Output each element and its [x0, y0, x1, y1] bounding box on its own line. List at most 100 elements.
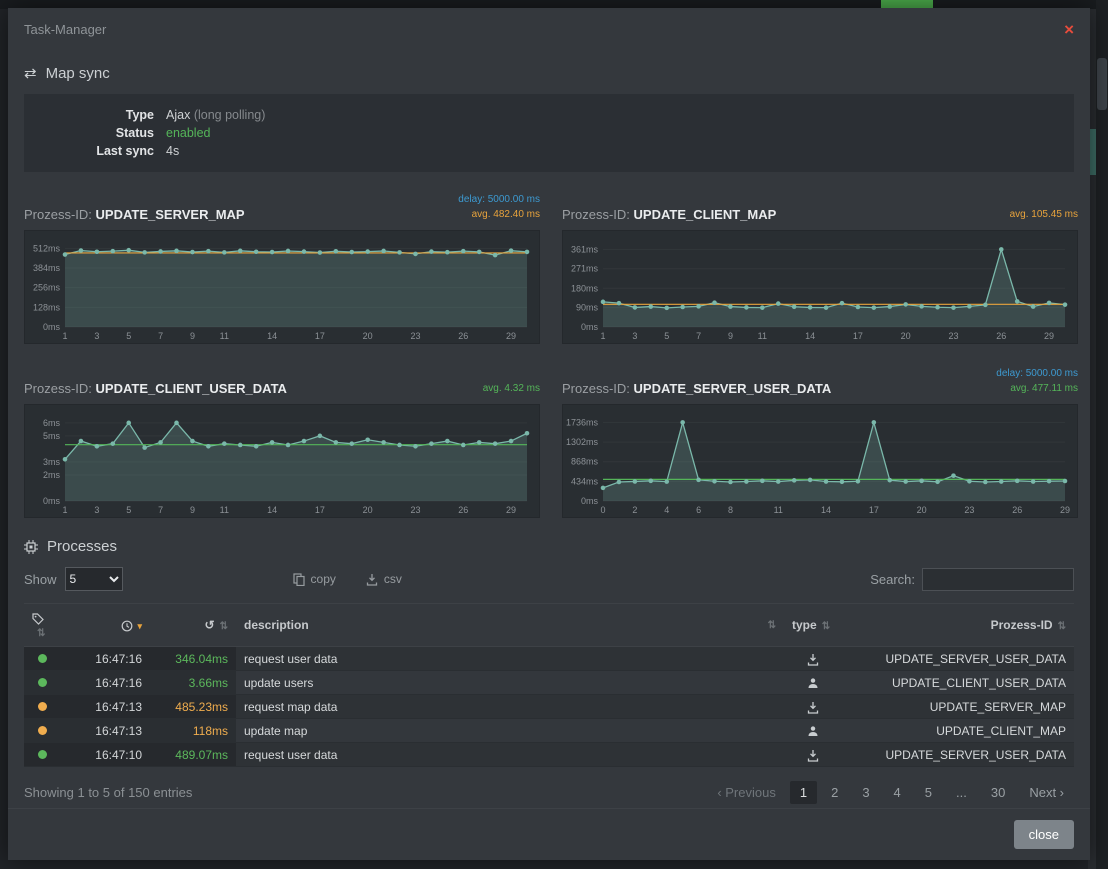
map-sync-lastsync-row: Last sync 4s	[24, 142, 1074, 160]
user-icon	[784, 671, 842, 695]
duration-cell: 118ms	[150, 719, 236, 743]
table-row[interactable]: 16:47:13485.23msrequest map dataUPDATE_S…	[24, 695, 1074, 719]
column-description[interactable]: description⇅	[236, 604, 784, 647]
copy-button[interactable]: copy	[293, 572, 336, 586]
svg-text:29: 29	[1060, 505, 1070, 515]
column-time[interactable]: ▾	[60, 604, 150, 647]
svg-text:868ms: 868ms	[571, 457, 599, 467]
table-row[interactable]: 16:47:163.66msupdate usersUPDATE_CLIENT_…	[24, 671, 1074, 695]
map-sync-heading: ⇄ Map sync	[24, 64, 1074, 82]
svg-text:6ms: 6ms	[43, 418, 61, 428]
chart-avg-value: avg. 482.40 ms	[458, 207, 540, 222]
processes-heading-label: Processes	[47, 538, 117, 555]
map-sync-panel: Type Ajax (long polling) Status enabled …	[24, 94, 1074, 172]
pagination-page-3[interactable]: 3	[852, 781, 879, 804]
type-label: Type	[24, 106, 154, 124]
chart-svg: 0ms434ms868ms1302ms1736ms024681114172023…	[563, 405, 1077, 517]
pagination-ellipsis: ...	[946, 781, 977, 804]
svg-text:90ms: 90ms	[576, 303, 599, 313]
svg-text:0ms: 0ms	[581, 322, 599, 332]
charts-grid: Prozess-ID: UPDATE_SERVER_MAP delay: 500…	[24, 188, 1074, 518]
column-status[interactable]: ⇅	[24, 604, 60, 647]
svg-text:17: 17	[853, 331, 863, 341]
chart-panel-update-server-map: Prozess-ID: UPDATE_SERVER_MAP delay: 500…	[24, 188, 540, 344]
pagination-next[interactable]: Next ›	[1019, 781, 1074, 804]
pagination-page-2[interactable]: 2	[821, 781, 848, 804]
svg-text:0ms: 0ms	[43, 496, 61, 506]
svg-text:180ms: 180ms	[571, 283, 599, 293]
pagination-page-1[interactable]: 1	[790, 781, 817, 804]
svg-text:1736ms: 1736ms	[566, 417, 599, 427]
description-cell: request user data	[236, 647, 784, 671]
svg-text:23: 23	[948, 331, 958, 341]
duration-cell: 485.23ms	[150, 695, 236, 719]
pagination: ‹ Previous12345...30Next ›	[707, 781, 1074, 804]
svg-text:26: 26	[1012, 505, 1022, 515]
chart-svg: 0ms90ms180ms271ms361ms135791114172023262…	[563, 231, 1077, 343]
svg-text:26: 26	[458, 505, 468, 515]
svg-text:1: 1	[62, 331, 67, 341]
close-button[interactable]: close	[1014, 820, 1074, 849]
table-row[interactable]: 16:47:16346.04msrequest user dataUPDATE_…	[24, 647, 1074, 671]
pagination-page-5[interactable]: 5	[915, 781, 942, 804]
description-cell: update users	[236, 671, 784, 695]
svg-text:11: 11	[220, 331, 229, 341]
search-input[interactable]	[922, 568, 1074, 591]
pagination-page-4[interactable]: 4	[884, 781, 911, 804]
svg-text:3: 3	[94, 505, 99, 515]
chart-avg-value: avg. 105.45 ms	[1010, 207, 1078, 222]
duration-cell: 489.07ms	[150, 743, 236, 767]
svg-text:1: 1	[600, 331, 605, 341]
sort-icon: ⇅	[37, 628, 45, 639]
modal-header: Task-Manager ×	[8, 8, 1090, 50]
chart-panel-update-client-user-data: Prozess-ID: UPDATE_CLIENT_USER_DATA avg.…	[24, 362, 540, 518]
download-icon	[784, 695, 842, 719]
chart-area: 0ms434ms868ms1302ms1736ms024681114172023…	[562, 404, 1078, 518]
status-cell	[24, 719, 60, 743]
modal-title: Task-Manager	[24, 22, 106, 37]
svg-text:5ms: 5ms	[43, 431, 61, 441]
column-duration[interactable]: ↺⇅	[150, 604, 236, 647]
status-cell	[24, 647, 60, 671]
download-icon	[784, 743, 842, 767]
background-scrollbar[interactable]	[1096, 0, 1108, 869]
process-id-cell: UPDATE_SERVER_USER_DATA	[842, 743, 1074, 767]
svg-text:11: 11	[220, 505, 229, 515]
table-row[interactable]: 16:47:13118msupdate mapUPDATE_CLIENT_MAP	[24, 719, 1074, 743]
column-type[interactable]: type⇅	[784, 604, 842, 647]
user-icon	[784, 719, 842, 743]
pagination-page-30[interactable]: 30	[981, 781, 1015, 804]
svg-text:128ms: 128ms	[33, 302, 61, 312]
svg-text:11: 11	[758, 331, 767, 341]
pagination-previous[interactable]: ‹ Previous	[707, 781, 786, 804]
csv-button[interactable]: csv	[366, 572, 402, 586]
sort-icon: ⇅	[768, 620, 776, 631]
history-icon: ↺	[205, 618, 215, 632]
svg-text:512ms: 512ms	[33, 243, 61, 253]
svg-text:1302ms: 1302ms	[566, 437, 599, 447]
column-process-id[interactable]: Prozess-ID⇅	[842, 604, 1074, 647]
status-dot	[38, 750, 47, 759]
svg-text:384ms: 384ms	[33, 263, 61, 273]
download-icon	[784, 647, 842, 671]
svg-text:11: 11	[774, 505, 783, 515]
search-label: Search:	[870, 572, 915, 587]
chart-delay-value: delay: 5000.00 ms	[458, 192, 540, 207]
description-cell: update map	[236, 719, 784, 743]
chart-svg: 0ms128ms256ms384ms512ms13579111417202326…	[25, 231, 539, 343]
table-row[interactable]: 16:47:10489.07msrequest user dataUPDATE_…	[24, 743, 1074, 767]
task-manager-modal: Task-Manager × ⇄ Map sync Type Ajax (lon…	[8, 8, 1090, 860]
svg-text:17: 17	[869, 505, 879, 515]
processes-toolbar: Show 5 copy csv Search:	[24, 567, 1074, 591]
map-sync-status-row: Status enabled	[24, 124, 1074, 142]
description-cell: request map data	[236, 695, 784, 719]
svg-text:14: 14	[821, 505, 831, 515]
show-entries-select[interactable]: 5	[65, 567, 123, 591]
status-dot	[38, 726, 47, 735]
time-cell: 16:47:16	[60, 647, 150, 671]
svg-text:3: 3	[632, 331, 637, 341]
svg-text:1: 1	[62, 505, 67, 515]
close-icon[interactable]: ×	[1064, 21, 1074, 38]
svg-text:20: 20	[363, 331, 373, 341]
scrollbar-thumb[interactable]	[1097, 58, 1107, 110]
